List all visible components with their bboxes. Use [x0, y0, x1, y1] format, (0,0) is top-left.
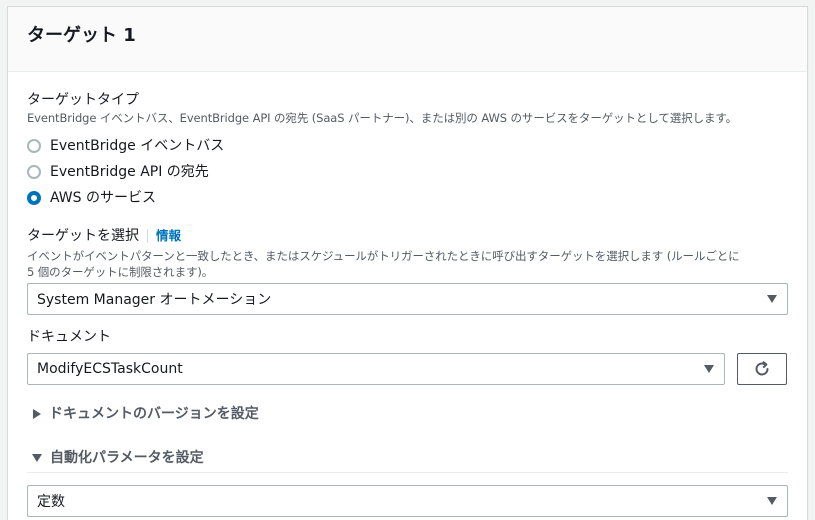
radio-button[interactable]	[27, 165, 41, 179]
radio-option-event-bus[interactable]: EventBridge イベントバス	[27, 136, 224, 156]
caret-down-icon	[32, 454, 42, 462]
automation-params-expander[interactable]: 自動化パラメータを設定	[32, 448, 204, 468]
target-select-value: System Manager オートメーション	[37, 292, 272, 308]
radio-button-checked[interactable]	[27, 191, 41, 205]
caret-down-icon	[767, 497, 777, 505]
radio-option-api-destination[interactable]: EventBridge API の宛先	[27, 162, 209, 182]
caret-down-icon	[704, 365, 714, 373]
panel-body: ターゲットタイプ EventBridge イベントバス、EventBridge …	[8, 72, 807, 520]
automation-params-select[interactable]: 定数	[27, 485, 788, 517]
select-target-description-line1: イベントがイベントパターンと一致したとき、またはスケジュールがトリガーされたとき…	[27, 249, 740, 263]
document-version-expander[interactable]: ドキュメントのバージョンを設定	[33, 404, 259, 424]
select-target-label: ターゲットを選択	[27, 228, 139, 244]
select-target-description-line2: 5 個のターゲットに制限されます)。	[27, 265, 214, 279]
radio-label: EventBridge イベントバス	[50, 138, 225, 154]
panel-header: ターゲット 1	[8, 7, 807, 72]
target-select[interactable]: System Manager オートメーション	[27, 283, 788, 315]
document-label: ドキュメント	[27, 329, 111, 345]
expander-label: ドキュメントのバージョンを設定	[49, 406, 259, 422]
radio-option-aws-service[interactable]: AWS のサービス	[27, 188, 156, 208]
select-target-header: ターゲットを選択 情報	[27, 227, 181, 245]
refresh-button[interactable]	[737, 353, 787, 385]
expander-label: 自動化パラメータを設定	[50, 450, 204, 466]
automation-params-select-value: 定数	[37, 494, 65, 510]
panel-title: ターゲット 1	[27, 25, 136, 46]
radio-button[interactable]	[27, 139, 41, 153]
refresh-icon	[755, 361, 769, 376]
info-link[interactable]: 情報	[147, 229, 181, 243]
document-select-value: ModifyECSTaskCount	[37, 361, 183, 377]
target-type-description: EventBridge イベントバス、EventBridge API の宛先 (…	[27, 111, 738, 125]
radio-label: AWS のサービス	[50, 190, 156, 206]
document-select[interactable]: ModifyECSTaskCount	[27, 353, 725, 385]
target-panel: ターゲット 1 ターゲットタイプ EventBridge イベントバス、Even…	[7, 6, 808, 520]
section-divider	[27, 472, 788, 473]
caret-right-icon	[33, 409, 41, 419]
caret-down-icon	[767, 295, 777, 303]
radio-label: EventBridge API の宛先	[50, 164, 209, 180]
target-type-label: ターゲットタイプ	[27, 92, 139, 108]
